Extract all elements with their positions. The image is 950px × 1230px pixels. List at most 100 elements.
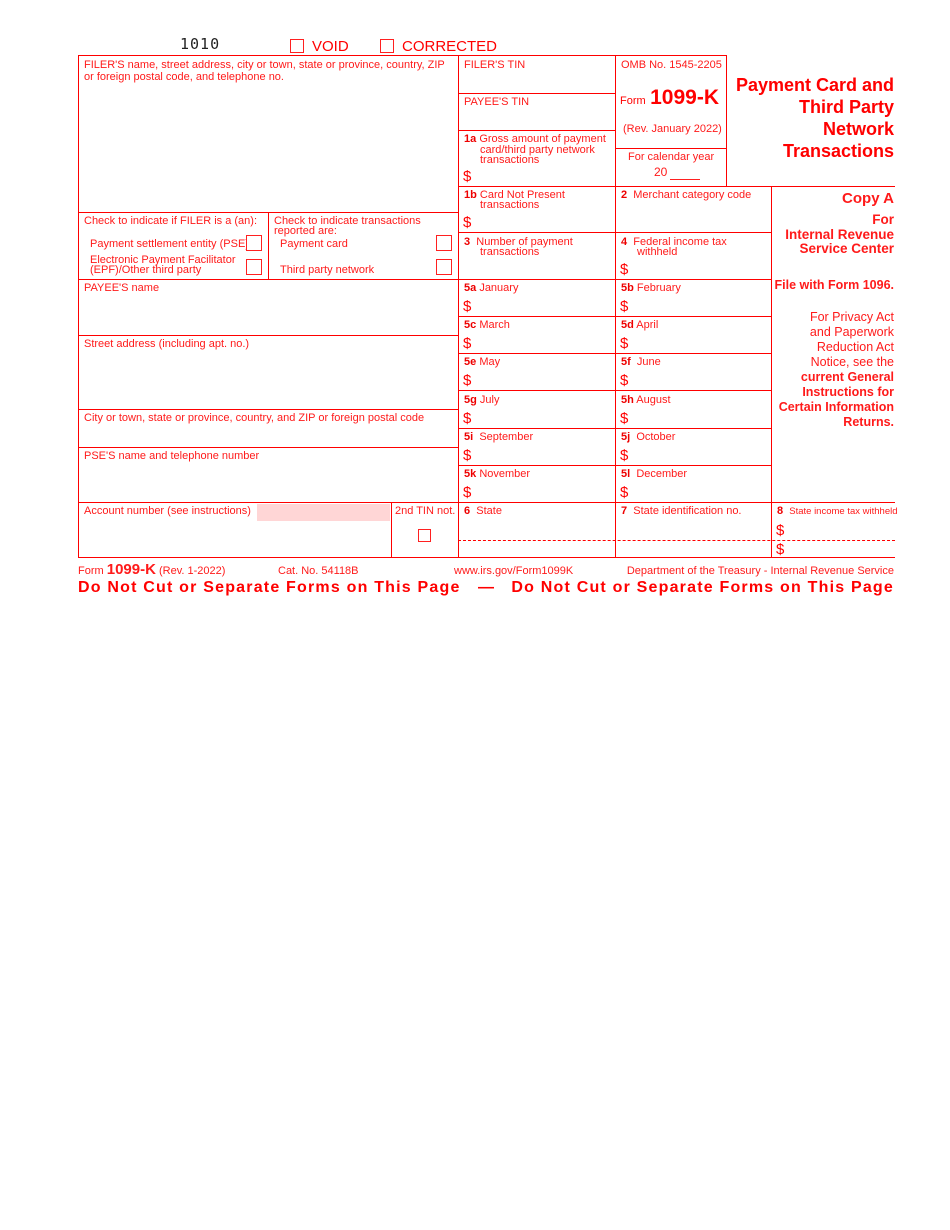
box-8-field-2[interactable]: [789, 542, 893, 556]
filer-tin-label: FILER'S TIN: [464, 59, 526, 71]
dollar-sign: $: [463, 447, 472, 464]
dollar-sign: $: [620, 484, 629, 501]
third-party-checkbox[interactable]: [436, 259, 452, 275]
box-5h-label: 5h August: [621, 394, 671, 406]
dollar-sign: $: [776, 541, 785, 558]
payment-card-label: Payment card: [280, 238, 348, 250]
omb-number: OMB No. 1545-2205: [621, 59, 722, 71]
pse-name-field[interactable]: [80, 464, 456, 500]
second-tin-label: 2nd TIN not.: [395, 505, 456, 517]
box-5i-label: 5i September: [464, 431, 534, 443]
filer-tin-field[interactable]: [460, 72, 613, 92]
box-3-number: 3: [464, 236, 471, 248]
calendar-year-label: For calendar year: [628, 151, 715, 163]
box-2-field[interactable]: [617, 205, 769, 230]
filer-name-label-1: FILER'S name, street address, city or to…: [84, 59, 445, 71]
payee-name-label: PAYEE'S name: [84, 282, 160, 294]
payment-card-checkbox[interactable]: [436, 235, 452, 251]
payee-tin-label: PAYEE'S TIN: [464, 96, 530, 108]
footer-form-id: Form 1099-K (Rev. 1-2022): [78, 561, 226, 578]
box-5l-field[interactable]: [633, 483, 769, 500]
box-5b-label: 5b February: [621, 282, 681, 294]
side-for: For: [872, 212, 894, 227]
do-not-cut-warning-2: Do Not Cut or Separate Forms on This Pag…: [511, 579, 894, 596]
form-revision: (Rev. January 2022): [623, 123, 722, 135]
street-label: Street address (including apt. no.): [84, 338, 250, 350]
box-3-field[interactable]: [460, 258, 613, 277]
box-1b-label-2: transactions: [480, 199, 540, 211]
box-5j-field[interactable]: [633, 446, 769, 463]
box-8-field-1[interactable]: [789, 520, 893, 538]
street-field[interactable]: [80, 352, 456, 407]
box-5a-field[interactable]: [476, 297, 612, 314]
dollar-sign: $: [463, 335, 472, 352]
box-5b-field[interactable]: [633, 297, 769, 314]
form-number: 1099-K: [650, 86, 720, 109]
box-4-number: 4: [621, 236, 628, 248]
box-2-label: 2 Merchant category code: [621, 189, 752, 201]
check-filer-label: Check to indicate if FILER is a (an):: [84, 215, 258, 227]
void-label: VOID: [312, 38, 349, 55]
box-1a-number: 1a: [464, 133, 477, 145]
dollar-sign: $: [620, 298, 629, 315]
form-word: Form: [620, 95, 646, 107]
box-5f-field[interactable]: [633, 371, 769, 388]
void-checkbox[interactable]: [290, 39, 304, 53]
epf-checkbox[interactable]: [246, 259, 262, 275]
box-5g-field[interactable]: [476, 409, 612, 426]
payee-tin-field[interactable]: [460, 110, 613, 129]
side-irs-1: Internal Revenue: [785, 227, 894, 242]
calendar-year-field[interactable]: [670, 179, 700, 180]
box-5e-label: 5e May: [464, 356, 501, 368]
box-5l-label: 5l December: [621, 468, 688, 480]
box-5f-label: 5f June: [621, 356, 661, 368]
box-5k-field[interactable]: [476, 483, 612, 500]
dollar-sign: $: [463, 298, 472, 315]
side-irs-2: Service Center: [799, 241, 894, 256]
pse-label: Payment settlement entity (PSE): [90, 238, 249, 250]
box-5h-field[interactable]: [633, 409, 769, 426]
city-label: City or town, state or province, country…: [84, 412, 425, 424]
box-7-field-1[interactable]: [617, 520, 769, 538]
box-6-field-1[interactable]: [460, 520, 613, 538]
pse-name-label: PSE'S name and telephone number: [84, 450, 260, 462]
box-5d-field[interactable]: [633, 334, 769, 351]
catalog-number: Cat. No. 54118B: [278, 565, 359, 577]
dollar-sign: $: [463, 410, 472, 427]
box-5g-label: 5g July: [464, 394, 500, 406]
dollar-sign: $: [620, 261, 629, 278]
city-field[interactable]: [80, 426, 456, 445]
second-tin-checkbox[interactable]: [418, 529, 431, 542]
box-7-label: 7 State identification no.: [621, 505, 742, 517]
box-5a-label: 5a January: [464, 282, 519, 294]
box-5e-field[interactable]: [476, 371, 612, 388]
pse-checkbox[interactable]: [246, 235, 262, 251]
box-5j-label: 5j October: [621, 431, 676, 443]
dollar-sign: $: [463, 484, 472, 501]
warning-dash: —: [478, 579, 496, 596]
dollar-sign: $: [620, 372, 629, 389]
payee-name-field[interactable]: [80, 296, 456, 333]
box-1b-field[interactable]: [476, 212, 612, 230]
corrected-checkbox[interactable]: [380, 39, 394, 53]
box-5i-field[interactable]: [476, 446, 612, 463]
box-1a-field[interactable]: [476, 166, 612, 184]
dollar-sign: $: [776, 522, 785, 539]
box-5c-field[interactable]: [476, 334, 612, 351]
box-6-field-2[interactable]: [460, 542, 613, 556]
account-number-field[interactable]: [257, 504, 390, 521]
dollar-sign: $: [620, 335, 629, 352]
filer-name-field[interactable]: [80, 86, 456, 210]
do-not-cut-warning-1: Do Not Cut or Separate Forms on This Pag…: [78, 579, 461, 596]
irs-url[interactable]: www.irs.gov/Form1099K: [454, 565, 573, 577]
department-label: Department of the Treasury - Internal Re…: [626, 565, 894, 577]
box-4-field[interactable]: [633, 259, 769, 277]
dollar-sign: $: [463, 372, 472, 389]
box-2-number: 2: [621, 189, 628, 201]
box-7-field-2[interactable]: [617, 542, 769, 556]
dollar-sign: $: [463, 168, 472, 185]
box-8-label: 8 State income tax withheld: [777, 505, 898, 518]
form-number-block: Form 1099-K: [620, 86, 719, 110]
account-label: Account number (see instructions): [84, 505, 251, 517]
box-4-label-2: withheld: [637, 246, 678, 258]
